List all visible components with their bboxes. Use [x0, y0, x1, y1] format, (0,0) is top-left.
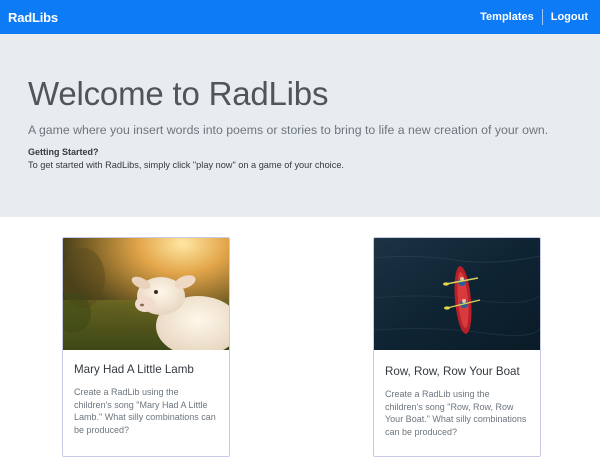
nav-link-logout[interactable]: Logout: [551, 11, 588, 23]
nav-divider: [541, 9, 543, 25]
nav-link-templates[interactable]: Templates: [480, 11, 534, 23]
card-description: Create a RadLib using the children's son…: [385, 389, 527, 437]
nav-links: Templates Logout: [480, 9, 588, 25]
card-description: Create a RadLib using the children's son…: [74, 387, 216, 435]
brand-logo[interactable]: RadLibs: [8, 10, 58, 25]
navbar: RadLibs Templates Logout: [0, 0, 600, 34]
lamb-photo: [63, 238, 229, 350]
card-title: Mary Had A Little Lamb: [74, 363, 194, 376]
card-body: Row, Row, Row Your Boat Create a RadLib …: [374, 350, 540, 438]
welcome-jumbotron: Welcome to RadLibs A game where you inse…: [0, 34, 600, 217]
card-body: Mary Had A Little Lamb Create a RadLib u…: [63, 350, 229, 436]
getting-started-heading: Getting Started?: [28, 147, 99, 157]
page-lead-text: A game where you insert words into poems…: [28, 123, 549, 137]
game-card-mary-had-a-little-lamb[interactable]: Mary Had A Little Lamb Create a RadLib u…: [62, 237, 230, 457]
kayak-photo: [374, 238, 540, 350]
page-title: Welcome to RadLibs: [28, 75, 329, 112]
card-title: Row, Row, Row Your Boat: [385, 365, 520, 378]
getting-started-text: To get started with RadLibs, simply clic…: [28, 160, 344, 170]
game-card-row-row-row-your-boat[interactable]: Row, Row, Row Your Boat Create a RadLib …: [373, 237, 541, 457]
